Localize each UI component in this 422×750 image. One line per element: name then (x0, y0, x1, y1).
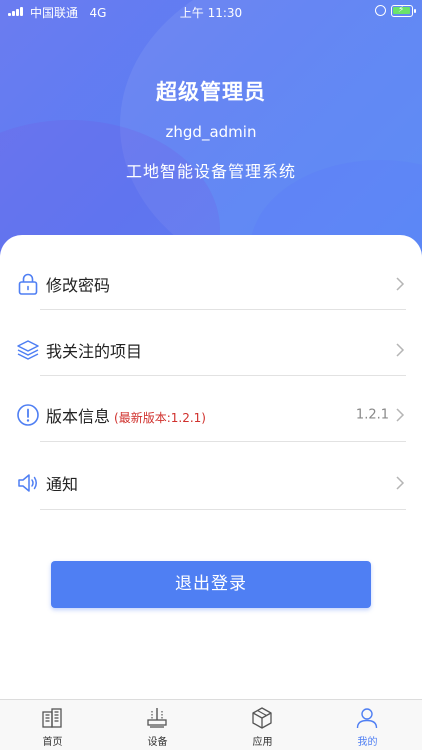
latest-version-note: (最新版本:1.2.1) (114, 411, 206, 425)
system-name: 工地智能设备管理系统 (125, 162, 296, 181)
speaker-icon (18, 474, 37, 492)
menu-item-label: 通知 (46, 475, 79, 494)
info-icon (17, 404, 39, 426)
chevron-right-icon (396, 408, 405, 422)
current-version: 1.2.1 (355, 407, 389, 423)
tab-apps[interactable]: 应用 (210, 700, 315, 750)
divider (40, 509, 406, 510)
lock-icon (18, 273, 38, 295)
chevron-right-icon (396, 277, 405, 291)
logout-button[interactable]: 退出登录 (51, 561, 371, 608)
tab-home[interactable]: 首页 (0, 700, 105, 750)
tab-mine[interactable]: 我的 (315, 700, 420, 750)
tab-label: 首页 (42, 737, 63, 748)
divider (40, 375, 406, 376)
rotation-lock-icon (375, 5, 386, 16)
chevron-right-icon (396, 343, 405, 357)
menu-card: 修改密码 我关注的项目 版本信息 (最新版本:1.2.1) 1.2.1 通知 (0, 235, 422, 699)
status-time: 上午 11:30 (179, 6, 243, 20)
tab-devices[interactable]: 设备 (105, 700, 210, 750)
tab-label: 我的 (357, 737, 378, 748)
menu-item-label: 我关注的项目 (46, 342, 143, 361)
tab-bar: 首页 设备 应用 我的 (0, 699, 422, 750)
chevron-right-icon (396, 476, 405, 490)
divider (40, 309, 406, 310)
tab-label: 应用 (252, 737, 273, 748)
menu-item-change-password[interactable]: 修改密码 (0, 251, 422, 317)
battery-icon: ⚡ (391, 5, 416, 17)
layers-icon (17, 340, 39, 360)
status-bar: 中国联通 4G 上午 11:30 ⚡ (0, 0, 422, 22)
menu-item-label: 修改密码 (46, 276, 111, 295)
menu-item-notifications[interactable]: 通知 (0, 450, 422, 516)
menu-item-followed-projects[interactable]: 我关注的项目 (0, 317, 422, 383)
building-icon (42, 708, 62, 728)
menu-item-label-group: 版本信息 (最新版本:1.2.1) (46, 403, 206, 427)
menu-item-label: 版本信息 (46, 407, 111, 426)
box-icon (252, 707, 272, 729)
device-icon (147, 708, 167, 728)
profile-name: 超级管理员 (156, 80, 266, 104)
tab-label: 设备 (147, 737, 168, 748)
menu-item-version-info[interactable]: 版本信息 (最新版本:1.2.1) 1.2.1 (0, 382, 422, 448)
user-icon (356, 708, 378, 729)
divider (40, 441, 406, 442)
profile-username: zhgd_admin (165, 123, 257, 141)
